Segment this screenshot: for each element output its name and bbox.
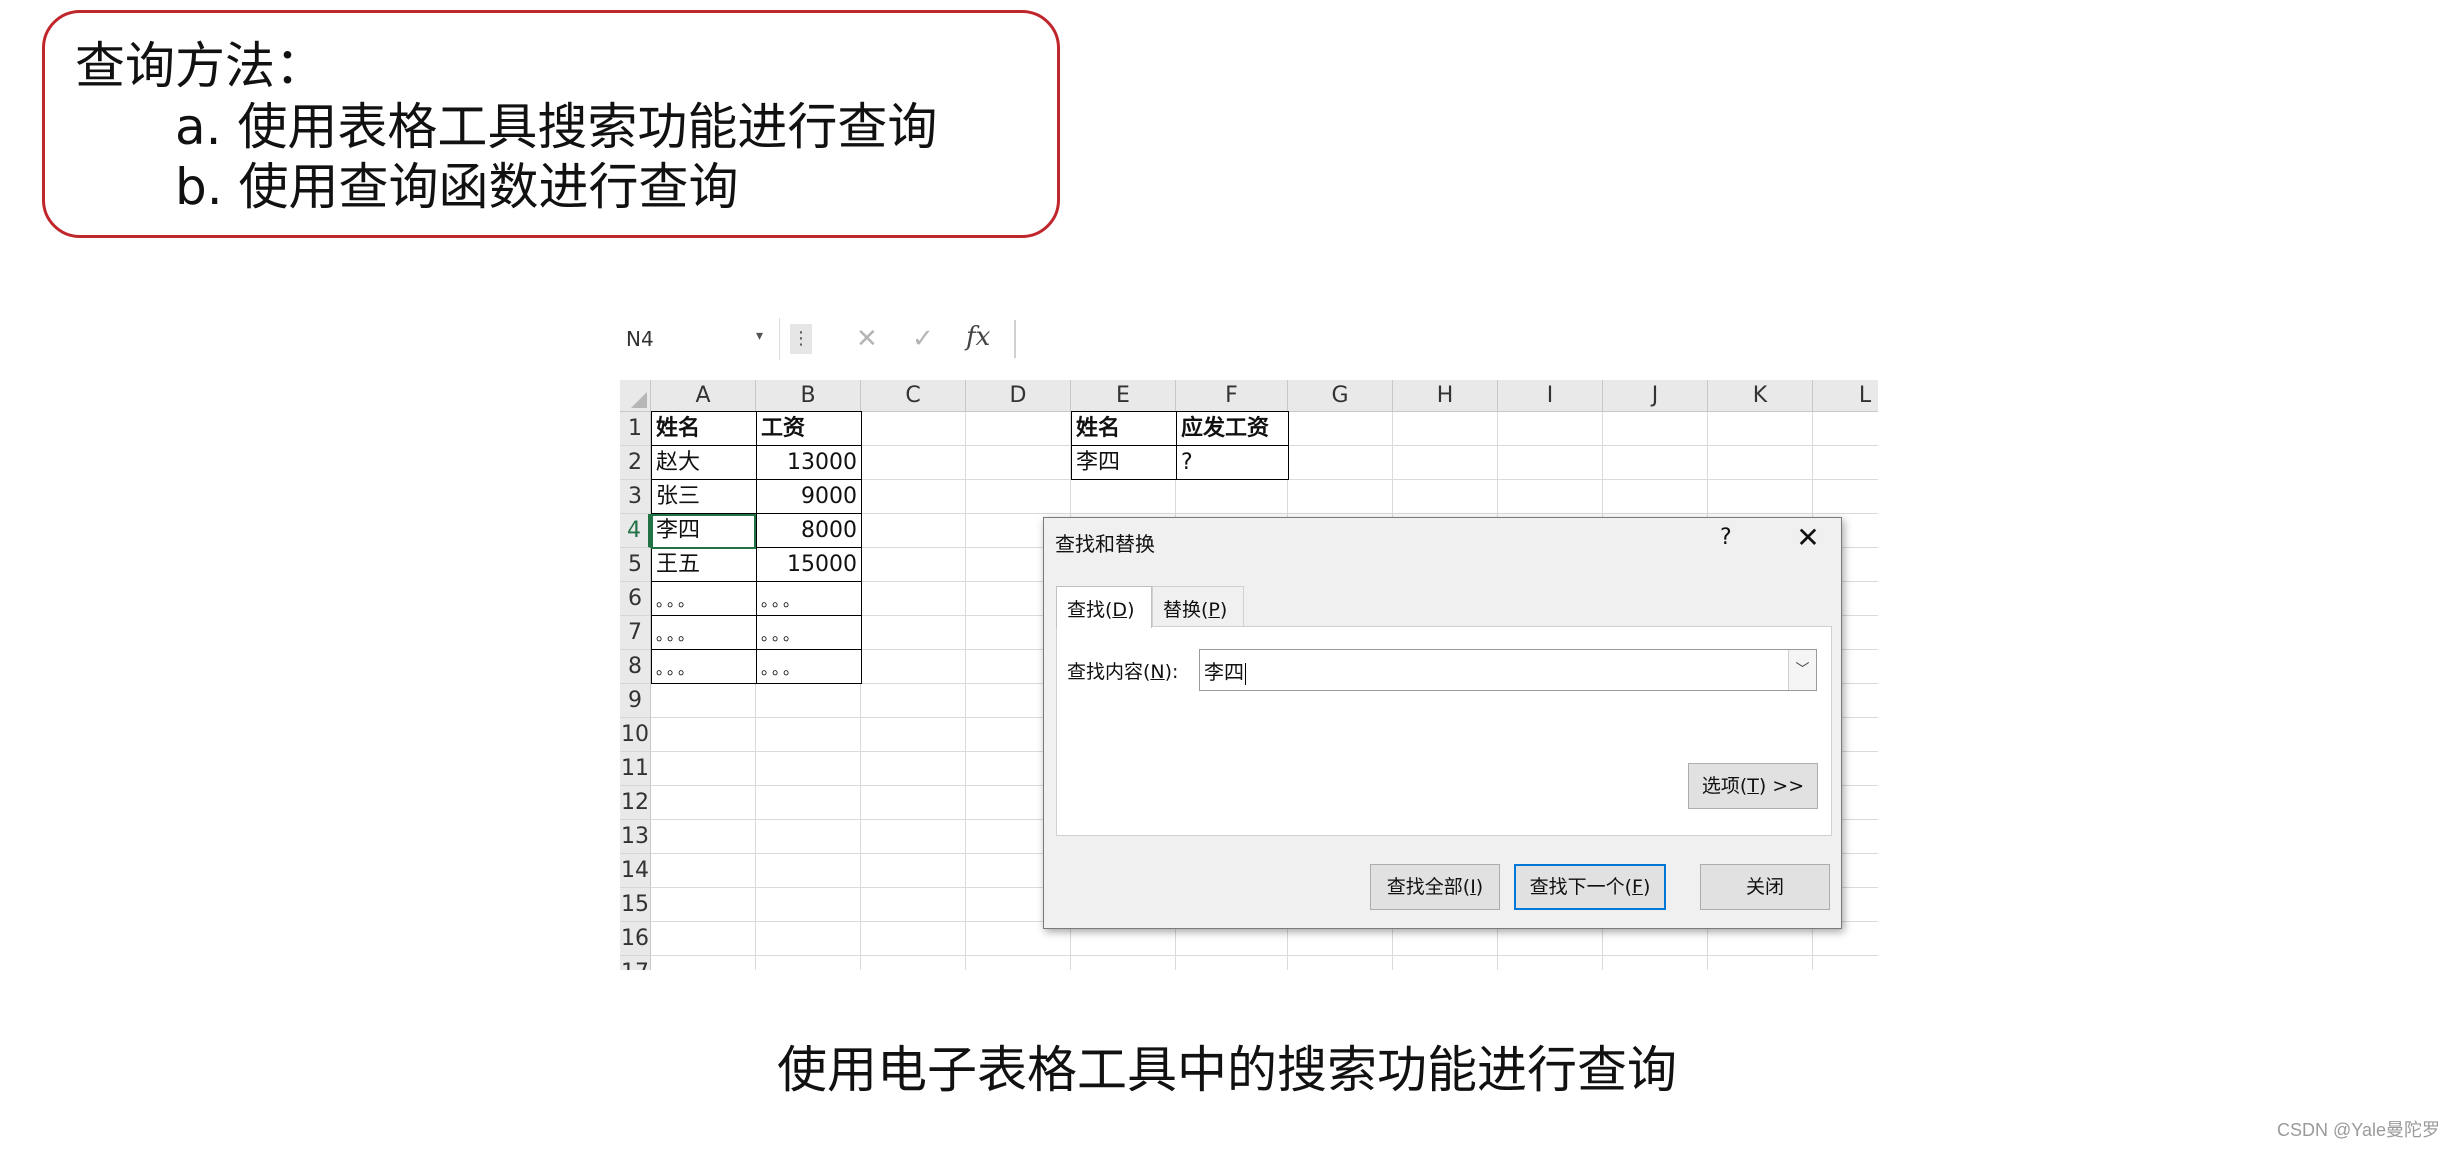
gridline-horizontal: [651, 955, 1878, 956]
close-icon[interactable]: ✕: [1788, 520, 1828, 556]
formula-bar-grip-icon[interactable]: ⋮: [790, 324, 812, 354]
column-header-A[interactable]: A: [651, 380, 756, 412]
column-header-F[interactable]: F: [1176, 380, 1288, 412]
formula-bar: N4 ▾ ⋮ ✕ ✓ fx: [620, 318, 1878, 360]
table-cell[interactable]: 。。。: [756, 615, 862, 650]
column-header-H[interactable]: H: [1393, 380, 1498, 412]
table-cell[interactable]: 。。。: [756, 581, 862, 616]
row-header-11[interactable]: 11: [620, 752, 651, 786]
lookup-header-cell[interactable]: 姓名: [1071, 411, 1177, 446]
table-cell[interactable]: 。。。: [651, 649, 757, 684]
row-header-15[interactable]: 15: [620, 888, 651, 922]
table-cell[interactable]: 。。。: [756, 649, 862, 684]
row-header-3[interactable]: 3: [620, 480, 651, 514]
find-all-button[interactable]: 查找全部(I): [1370, 864, 1500, 910]
table-cell[interactable]: 15000: [756, 547, 862, 582]
row-header-12[interactable]: 12: [620, 786, 651, 820]
column-header-G[interactable]: G: [1288, 380, 1393, 412]
table-cell[interactable]: 。。。: [651, 581, 757, 616]
find-what-input[interactable]: 李四 ﹀: [1199, 649, 1817, 691]
table-cell[interactable]: 13000: [756, 445, 862, 480]
column-header-C[interactable]: C: [861, 380, 966, 412]
chevron-down-icon[interactable]: ﹀: [1788, 650, 1816, 690]
method-callout-box: 查询方法： a. 使用表格工具搜索功能进行查询 b. 使用查询函数进行查询: [42, 10, 1060, 238]
find-what-value: 李四: [1204, 660, 1244, 684]
table-cell[interactable]: 8000: [756, 513, 862, 548]
lookup-header-cell[interactable]: 应发工资: [1176, 411, 1289, 446]
find-replace-dialog: 查找和替换 ? ✕ 查找(D) 替换(P) 查找内容(N): 李四 ﹀ 选项(T…: [1043, 517, 1842, 929]
formula-input[interactable]: [1014, 320, 1878, 358]
name-box-value: N4: [626, 327, 654, 351]
column-header-L[interactable]: L: [1813, 380, 1878, 412]
row-header-8[interactable]: 8: [620, 650, 651, 684]
row-header-2[interactable]: 2: [620, 446, 651, 480]
table-cell[interactable]: 王五: [651, 547, 757, 582]
column-header-D[interactable]: D: [966, 380, 1071, 412]
dialog-title: 查找和替换: [1055, 532, 1155, 556]
row-header-7[interactable]: 7: [620, 616, 651, 650]
help-icon[interactable]: ?: [1720, 525, 1732, 550]
insert-function-icon[interactable]: fx: [966, 322, 990, 352]
row-header-1[interactable]: 1: [620, 412, 651, 446]
table-cell[interactable]: 。。。: [651, 615, 757, 650]
callout-item-a: a. 使用表格工具搜索功能进行查询: [175, 98, 938, 156]
row-header-17[interactable]: 17: [620, 956, 651, 970]
row-header-5[interactable]: 5: [620, 548, 651, 582]
enter-icon[interactable]: ✓: [912, 324, 934, 354]
table-cell[interactable]: 赵大: [651, 445, 757, 480]
column-header-J[interactable]: J: [1603, 380, 1708, 412]
callout-item-b: b. 使用查询函数进行查询: [175, 158, 739, 216]
row-header-4[interactable]: 4: [620, 514, 651, 548]
cancel-icon[interactable]: ✕: [856, 324, 878, 354]
text-caret: [1245, 662, 1246, 685]
table-header-cell[interactable]: 姓名: [651, 411, 757, 446]
tab-replace[interactable]: 替换(P): [1152, 586, 1244, 626]
row-header-14[interactable]: 14: [620, 854, 651, 888]
close-button[interactable]: 关闭: [1700, 864, 1830, 910]
lookup-cell[interactable]: 李四: [1071, 445, 1177, 480]
column-header-K[interactable]: K: [1708, 380, 1813, 412]
watermark: CSDN @Yale曼陀罗: [2277, 1120, 2440, 1140]
table-header-cell[interactable]: 工资: [756, 411, 862, 446]
find-tab-panel: 查找内容(N): 李四 ﹀ 选项(T) >>: [1056, 626, 1832, 836]
row-header-13[interactable]: 13: [620, 820, 651, 854]
find-what-label: 查找内容(N):: [1067, 661, 1179, 683]
select-all-corner[interactable]: [620, 380, 651, 412]
name-box-dropdown-icon[interactable]: ▾: [756, 328, 763, 344]
row-header-6[interactable]: 6: [620, 582, 651, 616]
row-header-9[interactable]: 9: [620, 684, 651, 718]
column-header-I[interactable]: I: [1498, 380, 1603, 412]
options-button[interactable]: 选项(T) >>: [1688, 763, 1818, 809]
row-header-10[interactable]: 10: [620, 718, 651, 752]
table-cell[interactable]: 9000: [756, 479, 862, 514]
find-next-button[interactable]: 查找下一个(F): [1514, 864, 1666, 910]
figure-caption: 使用电子表格工具中的搜索功能进行查询: [777, 1041, 1677, 1099]
table-cell[interactable]: 张三: [651, 479, 757, 514]
tab-find[interactable]: 查找(D): [1056, 586, 1152, 628]
row-header-16[interactable]: 16: [620, 922, 651, 956]
lookup-cell[interactable]: ?: [1176, 445, 1289, 480]
callout-title: 查询方法：: [75, 37, 325, 95]
column-header-E[interactable]: E: [1071, 380, 1176, 412]
table-cell[interactable]: 李四: [651, 513, 757, 548]
column-header-B[interactable]: B: [756, 380, 861, 412]
name-box[interactable]: N4 ▾: [620, 318, 780, 360]
